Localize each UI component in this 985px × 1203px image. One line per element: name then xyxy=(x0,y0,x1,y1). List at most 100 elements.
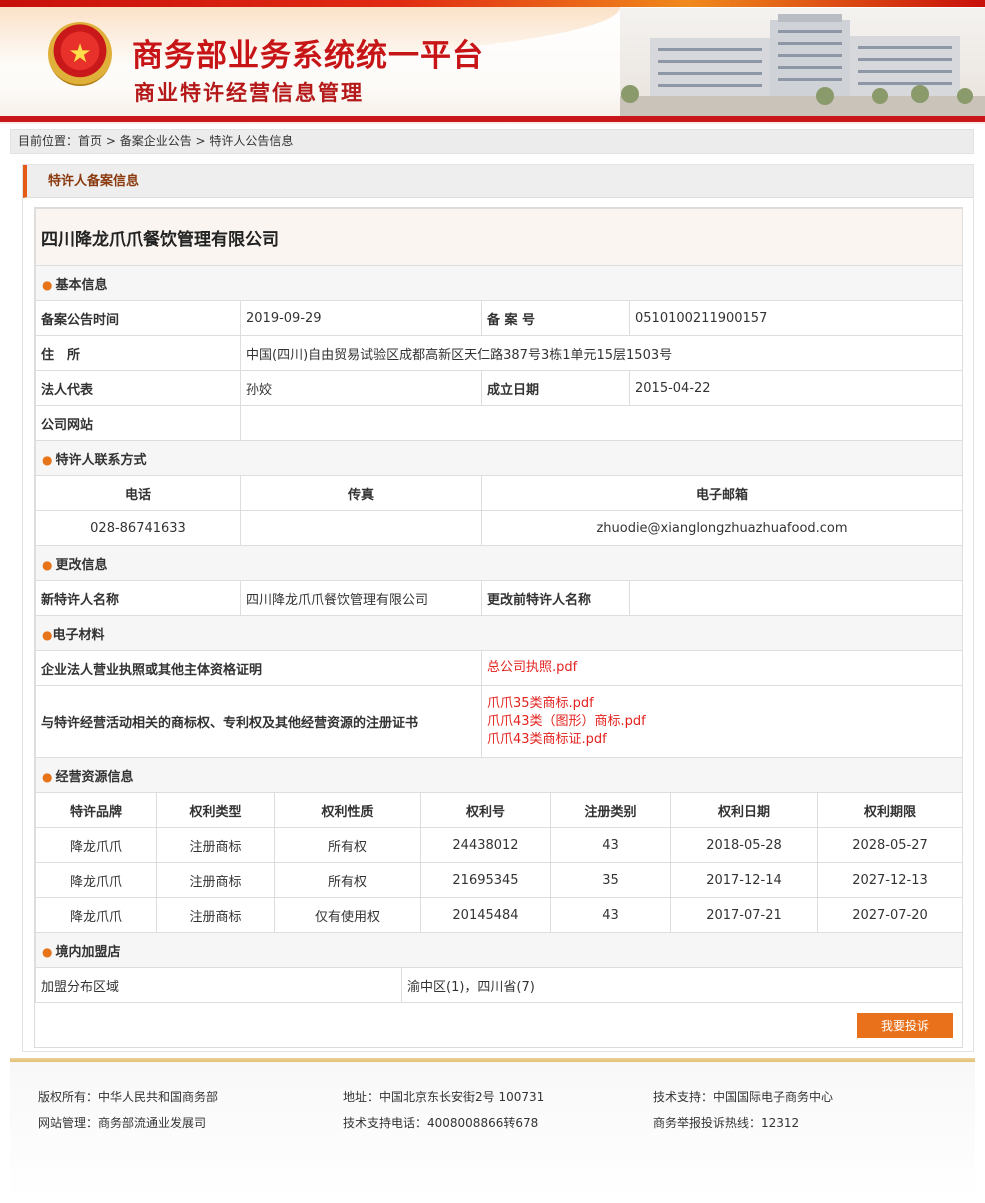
established-value: 2015-04-22 xyxy=(629,370,963,406)
cell: 35 xyxy=(550,862,671,898)
cell: 43 xyxy=(550,897,671,933)
website-value xyxy=(240,405,963,441)
cell: 降龙爪爪 xyxy=(35,897,157,933)
ministry-building-icon xyxy=(620,8,985,116)
trademark-label: 与特许经营活动相关的商标权、专利权及其他经营资源的注册证书 xyxy=(35,685,482,758)
license-files: 总公司执照.pdf xyxy=(481,650,963,686)
cell: 2027-07-20 xyxy=(817,897,963,933)
license-file-link[interactable]: 总公司执照.pdf xyxy=(487,659,962,677)
announce-time-label: 备案公告时间 xyxy=(35,300,241,336)
footer-tech-support: 技术支持：中国国际电子商务中心 xyxy=(653,1090,834,1104)
cell: 2028-05-27 xyxy=(817,827,963,863)
section-resources: ● 经营资源信息 xyxy=(35,757,963,793)
resources-table: 特许品牌 权利类型 权利性质 权利号 注册类别 权利日期 权利期限 降龙爪爪 注… xyxy=(35,792,963,933)
cell: 降龙爪爪 xyxy=(35,862,157,898)
address-label: 住 所 xyxy=(35,335,241,371)
cell: 注册商标 xyxy=(156,862,275,898)
bullet-icon: ● xyxy=(42,769,53,784)
legal-rep-value: 孙姣 xyxy=(240,370,482,406)
site-subtitle: 商业特许经营信息管理 xyxy=(134,81,364,105)
header-top-band xyxy=(0,0,985,7)
national-emblem-icon: ★ xyxy=(48,22,112,86)
col-reg-class: 注册类别 xyxy=(550,792,671,828)
address-value: 中国(四川)自由贸易试验区成都高新区天仁路387号3栋1单元15层1503号 xyxy=(240,335,963,371)
bullet-icon: ● xyxy=(42,452,53,467)
footer-site-admin: 网站管理：商务部流通业发展司 xyxy=(38,1116,207,1130)
col-right-no: 权利号 xyxy=(420,792,551,828)
trademark-files: 爪爪35类商标.pdf 爪爪43类（图形）商标.pdf 爪爪43类商标证.pdf xyxy=(481,685,963,758)
email-value: zhuodie@xianglongzhuazhuafood.com xyxy=(481,510,963,546)
franchisor-panel: 特许人备案信息 四川降龙爪爪餐饮管理有限公司 ● 基本信息 备案公告时间 2019… xyxy=(22,164,974,1052)
breadcrumb: 目前位置：首页 > 备案企业公告 > 特许人公告信息 xyxy=(10,129,974,154)
detail-container: 四川降龙爪爪餐饮管理有限公司 ● 基本信息 备案公告时间 2019-09-29 备… xyxy=(34,207,963,1048)
trademark-file-link[interactable]: 爪爪35类商标.pdf xyxy=(487,695,962,713)
site-footer: 版权所有：中华人民共和国商务部 地址：中国北京东长安街2号 100731 技术支… xyxy=(10,1062,975,1203)
bullet-icon: ● xyxy=(42,627,53,642)
materials-table: 企业法人营业执照或其他主体资格证明 总公司执照.pdf 与特许经营活动相关的商标… xyxy=(35,650,963,793)
section-basic-info: ● 基本信息 xyxy=(35,265,963,301)
bullet-icon: ● xyxy=(42,557,53,572)
header-bottom-band xyxy=(0,116,985,122)
section-title: 基本信息 xyxy=(55,277,108,293)
fax-value xyxy=(240,510,482,546)
website-label: 公司网站 xyxy=(35,405,241,441)
footer-copyright: 版权所有：中华人民共和国商务部 xyxy=(38,1090,219,1104)
bullet-icon: ● xyxy=(42,277,53,292)
old-name-label: 更改前特许人名称 xyxy=(481,580,630,616)
new-name-value: 四川降龙爪爪餐饮管理有限公司 xyxy=(240,580,482,616)
store-area-value: 渝中区(1)，四川省(7) xyxy=(401,967,963,1003)
section-title: 特许人联系方式 xyxy=(55,452,147,468)
breadcrumb-home-link[interactable]: 首页 xyxy=(78,134,102,148)
cell: 注册商标 xyxy=(156,897,275,933)
cell: 2027-12-13 xyxy=(817,862,963,898)
col-right-date: 权利日期 xyxy=(670,792,818,828)
cell: 所有权 xyxy=(274,827,421,863)
section-title: 经营资源信息 xyxy=(55,769,134,785)
table-row: 降龙爪爪 注册商标 所有权 21695345 35 2017-12-14 202… xyxy=(35,862,963,898)
breadcrumb-label: 目前位置： xyxy=(18,134,79,148)
cell: 24438012 xyxy=(420,827,551,863)
established-label: 成立日期 xyxy=(481,370,630,406)
company-name: 四川降龙爪爪餐饮管理有限公司 xyxy=(35,208,963,266)
cell: 仅有使用权 xyxy=(274,897,421,933)
table-row: 降龙爪爪 注册商标 仅有使用权 20145484 43 2017-07-21 2… xyxy=(35,897,963,933)
site-title: 商务部业务系统统一平台 xyxy=(132,38,484,74)
record-no-label: 备 案 号 xyxy=(481,300,630,336)
col-right-term: 权利期限 xyxy=(817,792,963,828)
section-stores: ● 境内加盟店 xyxy=(35,932,963,968)
contact-table: 电话 传真 电子邮箱 028-86741633 zhuodie@xianglon… xyxy=(35,475,963,546)
old-name-value xyxy=(629,580,963,616)
fax-header: 传真 xyxy=(240,475,482,511)
section-contact: ● 特许人联系方式 xyxy=(35,440,963,476)
license-label: 企业法人营业执照或其他主体资格证明 xyxy=(35,650,482,686)
trademark-file-link[interactable]: 爪爪43类（图形）商标.pdf xyxy=(487,713,962,731)
detail-table: 四川降龙爪爪餐饮管理有限公司 ● 基本信息 备案公告时间 2019-09-29 备… xyxy=(35,208,963,476)
site-header: ★ 商务部业务系统统一平台 商业特许经营信息管理 xyxy=(0,0,985,124)
breadcrumb-current: 特许人公告信息 xyxy=(209,134,294,148)
phone-header: 电话 xyxy=(35,475,241,511)
phone-value: 028-86741633 xyxy=(35,510,241,546)
panel-title: 特许人备案信息 xyxy=(23,165,973,198)
email-header: 电子邮箱 xyxy=(481,475,963,511)
cell: 2018-05-28 xyxy=(670,827,818,863)
cell: 43 xyxy=(550,827,671,863)
footer-address: 地址：中国北京东长安街2号 100731 xyxy=(343,1090,545,1104)
cell: 2017-07-21 xyxy=(670,897,818,933)
trademark-file-link[interactable]: 爪爪43类商标证.pdf xyxy=(487,731,962,749)
cell: 20145484 xyxy=(420,897,551,933)
cell: 注册商标 xyxy=(156,827,275,863)
section-change: ● 更改信息 xyxy=(35,545,963,581)
cell: 所有权 xyxy=(274,862,421,898)
breadcrumb-announcements-link[interactable]: 备案企业公告 xyxy=(120,134,192,148)
announce-time-value: 2019-09-29 xyxy=(240,300,482,336)
cell: 降龙爪爪 xyxy=(35,827,157,863)
section-title: 电子材料 xyxy=(52,627,105,643)
breadcrumb-separator: > xyxy=(191,134,210,148)
cell: 21695345 xyxy=(420,862,551,898)
legal-rep-label: 法人代表 xyxy=(35,370,241,406)
complain-button[interactable]: 我要投诉 xyxy=(857,1013,953,1038)
table-row: 降龙爪爪 注册商标 所有权 24438012 43 2018-05-28 202… xyxy=(35,827,963,863)
col-brand: 特许品牌 xyxy=(35,792,157,828)
new-name-label: 新特许人名称 xyxy=(35,580,241,616)
section-title: 更改信息 xyxy=(55,557,108,573)
